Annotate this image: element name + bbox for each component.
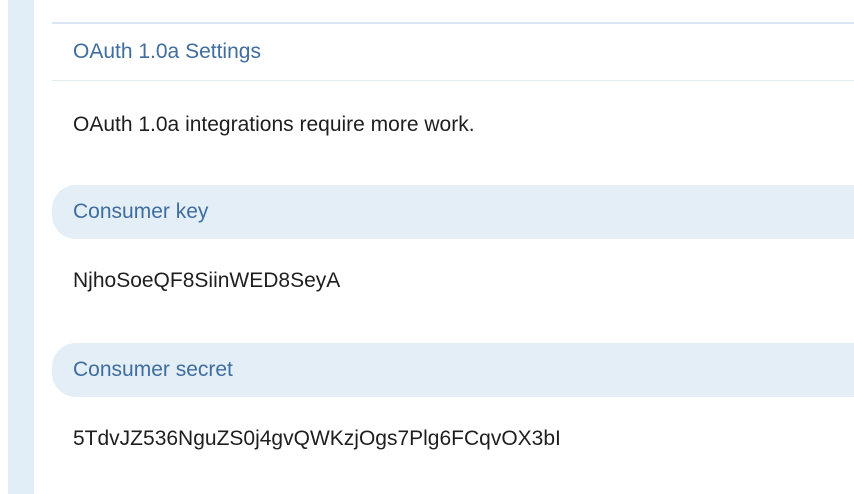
consumer-key-header: Consumer key <box>52 185 854 239</box>
consumer-secret-header: Consumer secret <box>52 343 854 397</box>
section-description: OAuth 1.0a integrations require more wor… <box>73 113 475 136</box>
consumer-key-value[interactable]: NjhoSoeQF8SiinWED8SeyA <box>73 266 340 296</box>
consumer-secret-label: Consumer secret <box>73 358 233 381</box>
consumer-key-label: Consumer key <box>73 200 209 223</box>
top-divider <box>52 22 854 24</box>
section-divider <box>52 80 854 81</box>
left-sidebar-strip <box>8 0 34 494</box>
section-title: OAuth 1.0a Settings <box>73 40 261 63</box>
oauth-settings-panel: OAuth 1.0a Settings OAuth 1.0a integrati… <box>52 0 854 494</box>
consumer-secret-value[interactable]: 5TdvJZ536NguZS0j4gvQWKzjOgs7Plg6FCqvOX3b… <box>73 424 561 454</box>
